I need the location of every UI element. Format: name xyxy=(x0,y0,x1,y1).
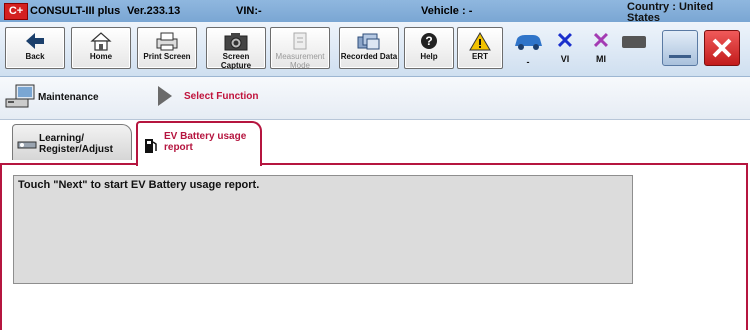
navigation-bar: Maintenance Select Function xyxy=(0,77,750,120)
battery-icon xyxy=(622,36,646,48)
toolbar: Back Home Print Screen Screen Capture Me… xyxy=(0,22,750,77)
car-icon xyxy=(515,35,542,50)
message-box: Touch "Next" to start EV Battery usage r… xyxy=(13,175,633,284)
wrench-icon xyxy=(17,141,37,149)
close-button[interactable] xyxy=(704,30,740,66)
measurement-icon xyxy=(293,32,307,50)
tab-strip: Learning/ Register/Adjust EV Battery usa… xyxy=(0,120,750,166)
ert-button[interactable]: ERT xyxy=(457,27,503,69)
title-bar: C+ CONSULT-III plus Ver.233.13 VIN:- Veh… xyxy=(0,0,750,24)
fuel-pump-icon xyxy=(145,139,157,153)
tab-ev-battery-usage-report[interactable]: EV Battery usage report xyxy=(136,121,262,166)
vi-x-icon: ✕ xyxy=(555,28,575,53)
measurement-mode-button[interactable]: Measurement Mode xyxy=(270,27,330,70)
app-name: CONSULT-III plus xyxy=(30,5,121,17)
app-version: Ver.233.13 xyxy=(127,5,181,17)
mi-status: ✕ MI xyxy=(586,28,616,70)
close-icon xyxy=(712,38,732,58)
recorded-data-icon xyxy=(357,33,380,50)
minimize-button[interactable] xyxy=(662,30,698,66)
tab-learning-register-adjust[interactable]: Learning/ Register/Adjust xyxy=(12,124,132,160)
vehicle-status: - xyxy=(510,28,546,70)
printer-icon xyxy=(156,32,178,51)
camera-icon xyxy=(224,33,248,51)
instruction-text: Touch "Next" to start EV Battery usage r… xyxy=(18,179,260,191)
breadcrumb-select-function: Select Function xyxy=(184,91,259,102)
screen-capture-button[interactable]: Screen Capture xyxy=(206,27,266,70)
back-button[interactable]: Back xyxy=(5,27,65,69)
vin-label: VIN:- xyxy=(236,5,262,17)
help-button[interactable]: ? Help xyxy=(404,27,454,69)
vehicle-label: Vehicle : - xyxy=(421,5,473,17)
back-arrow-icon xyxy=(26,33,44,49)
print-screen-button[interactable]: Print Screen xyxy=(137,27,197,69)
maintenance-icon[interactable] xyxy=(4,82,36,112)
svg-text:?: ? xyxy=(425,34,432,48)
home-button[interactable]: Home xyxy=(71,27,131,69)
breadcrumb-arrow-icon xyxy=(158,86,172,106)
warning-icon xyxy=(469,32,491,51)
country-label: Country : United States xyxy=(627,1,714,24)
help-icon: ? xyxy=(421,33,437,49)
recorded-data-button[interactable]: Recorded Data xyxy=(339,27,399,69)
minimize-icon xyxy=(669,55,691,58)
content-panel: Touch "Next" to start EV Battery usage r… xyxy=(0,163,748,330)
breadcrumb-maintenance[interactable]: Maintenance xyxy=(38,92,99,103)
app-logo: C+ xyxy=(4,3,28,20)
home-icon xyxy=(90,32,112,51)
vi-status: ✕ VI xyxy=(550,28,580,70)
mi-x-icon: ✕ xyxy=(591,28,611,53)
